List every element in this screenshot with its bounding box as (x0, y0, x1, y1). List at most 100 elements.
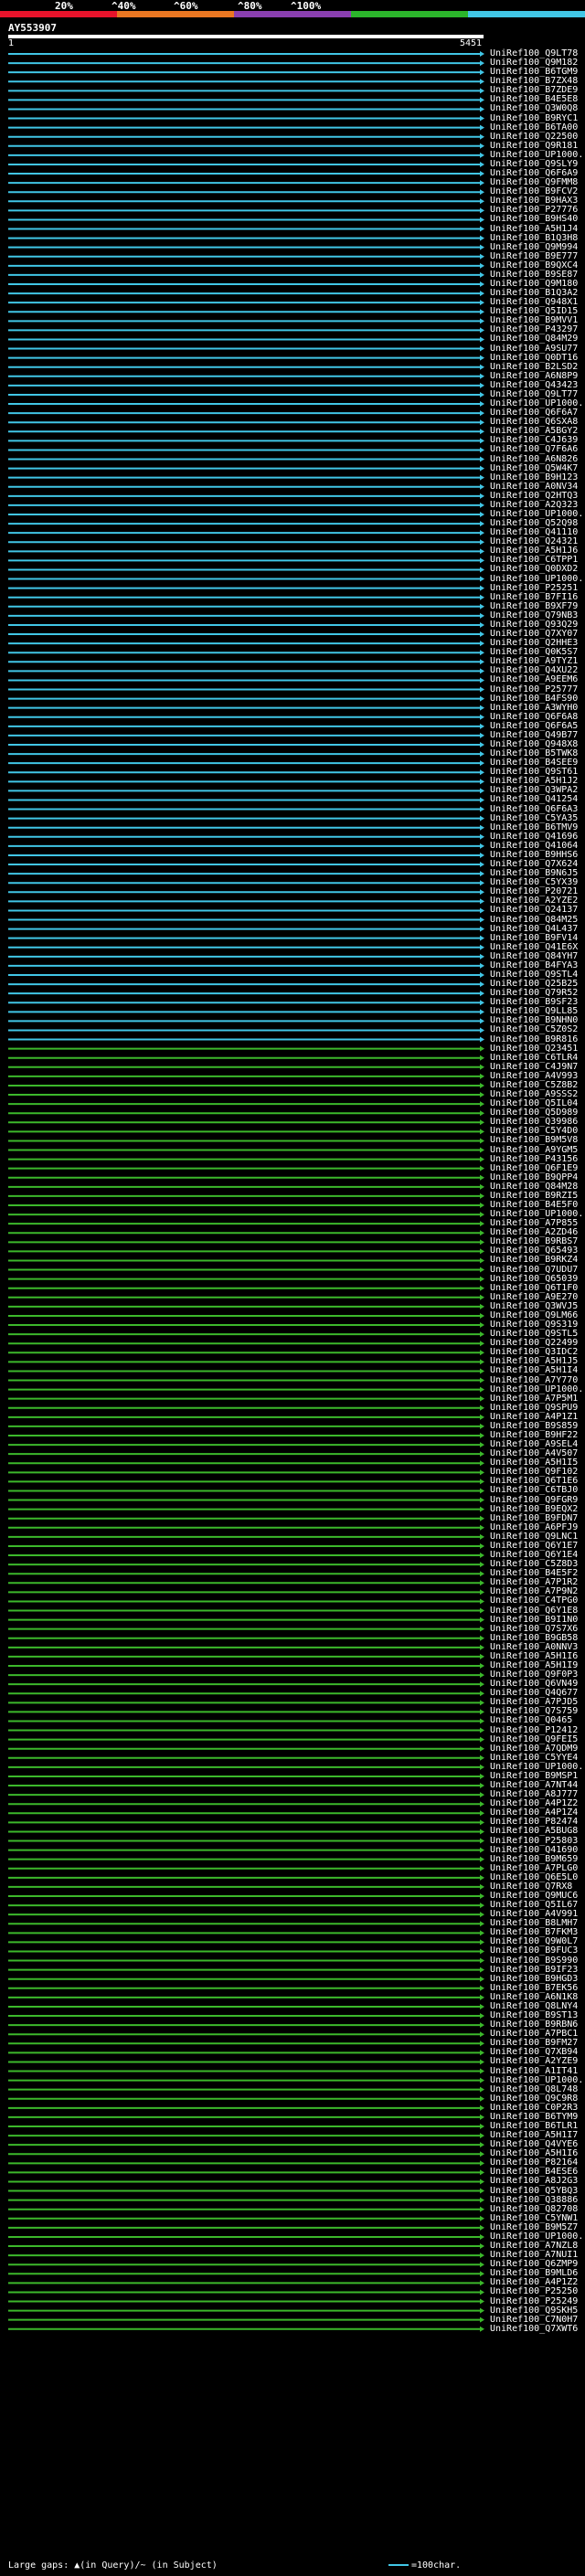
alignment-arrow (480, 2031, 484, 2038)
alignment-arrow (480, 1829, 484, 1835)
hit-label[interactable]: UniRef100_B9HS40 (490, 215, 578, 224)
alignment-arrow (480, 1312, 484, 1319)
alignment-arrow (480, 972, 484, 978)
alignment-arrow (480, 207, 484, 214)
hit-label[interactable]: UniRef100_C5Z0S2 (490, 1025, 578, 1034)
hit-label[interactable]: UniRef100_Q24137 (490, 906, 578, 915)
alignment-arrow (480, 1985, 484, 1991)
hit-label[interactable]: UniRef100_C6TBJ0 (490, 1486, 578, 1495)
alignment-arrow (480, 2169, 484, 2176)
alignment-arrow (480, 1903, 484, 1909)
alignment-arrow (480, 769, 484, 776)
alignment-arrow (480, 576, 484, 582)
alignment-arrow (480, 456, 484, 462)
hit-label[interactable]: UniRef100_P25250 (490, 2287, 578, 2296)
alignment-arrow (480, 1036, 484, 1043)
alignment-arrow (480, 944, 484, 950)
alignment-arrow (480, 336, 484, 343)
alignment-arrow (480, 1801, 484, 1807)
alignment-arrow (480, 1764, 484, 1770)
alignment-arrow (480, 1221, 484, 1227)
alignment-arrow (480, 1542, 484, 1549)
alignment-arrow (480, 2104, 484, 2111)
alignment-arrow (480, 429, 484, 435)
alignment-arrow (480, 621, 484, 628)
alignment-arrow (480, 1350, 484, 1356)
alignment-arrow (480, 2233, 484, 2240)
alignment-arrow (480, 1303, 484, 1309)
alignment-arrow (480, 1691, 484, 1697)
alignment-arrow (480, 935, 484, 941)
alignment-arrow (480, 2326, 484, 2332)
alignment-arrow (480, 898, 484, 905)
hit-label[interactable]: UniRef100_B9M5V8 (490, 1136, 578, 1145)
alignment-arrow (480, 1341, 484, 1347)
hit-label[interactable]: UniRef100_Q84M29 (490, 334, 578, 344)
alignment-arrow (480, 1101, 484, 1108)
hit-label[interactable]: UniRef100_A8J2G3 (490, 2177, 578, 2186)
hit-label[interactable]: UniRef100_C4TPG0 (490, 1596, 578, 1606)
alignment-arrow (480, 373, 484, 379)
alignment-arrow (480, 1957, 484, 1964)
hit-label[interactable]: UniRef100_Q0465 (490, 1716, 572, 1725)
hit-label[interactable]: UniRef100_Q41254 (490, 795, 578, 804)
alignment-arrow (480, 1285, 484, 1291)
alignment-arrow (480, 79, 484, 85)
alignment-arrow (480, 355, 484, 361)
alignment-arrow (480, 1930, 484, 1936)
alignment-arrow (480, 677, 484, 684)
alignment-arrow (480, 1064, 484, 1070)
alignment-arrow (480, 1082, 484, 1088)
alignment-arrow (480, 483, 484, 490)
alignment-arrow (480, 1745, 484, 1752)
alignment-arrow (480, 1865, 484, 1871)
alignment-arrow (480, 1027, 484, 1034)
alignment-arrow (480, 1267, 484, 1273)
alignment-arrow (480, 686, 484, 693)
alignment-arrow (480, 438, 484, 444)
alignment-arrow (480, 401, 484, 408)
hit-label[interactable]: UniRef100_Q0DXD2 (490, 565, 578, 574)
alignment-arrow (480, 382, 484, 388)
hit-label[interactable]: UniRef100_A5BUG8 (490, 1827, 578, 1836)
alignment-arrow (480, 1893, 484, 1899)
alignment-arrow (480, 161, 484, 167)
alignment-arrow (480, 1994, 484, 2000)
alignment-arrow (480, 1553, 484, 1559)
alignment-arrow (480, 2151, 484, 2157)
legend-text: =100char. (411, 2560, 462, 2571)
alignment-arrow (480, 198, 484, 205)
alignment-arrow (480, 1138, 484, 1144)
hit-label[interactable]: UniRef100_B9FUC3 (490, 1946, 578, 1956)
alignment-arrow (480, 1506, 484, 1512)
alignment-arrow (480, 60, 484, 67)
alignment-arrow (480, 1193, 484, 1199)
alignment-arrow (480, 1479, 484, 1485)
alignment-arrow (480, 474, 484, 481)
alignment-arrow (480, 281, 484, 287)
hit-label[interactable]: UniRef100_Q7F6A6 (490, 445, 578, 454)
alignment-arrow (480, 2077, 484, 2083)
alignment-arrow (480, 493, 484, 499)
hit-label[interactable]: UniRef100_A5H1I4 (490, 1366, 578, 1375)
hit-label[interactable]: UniRef100_Q7XWT6 (490, 2324, 578, 2334)
alignment-arrow (480, 1700, 484, 1706)
alignment-arrow (480, 217, 484, 223)
alignment-arrow (480, 1856, 484, 1862)
alignment-arrow (480, 917, 484, 923)
hit-label[interactable]: UniRef100_Q3W0Q8 (490, 104, 578, 113)
hit-label[interactable]: UniRef100_A9EEM6 (490, 675, 578, 684)
hit-label[interactable]: UniRef100_B9RKZ4 (490, 1256, 578, 1265)
alignment-arrow (480, 1469, 484, 1476)
alignment-arrow (480, 1754, 484, 1761)
alignment-arrow (480, 2307, 484, 2314)
alignment-arrow (480, 1129, 484, 1135)
alignment-arrow (480, 309, 484, 315)
alignment-arrow (480, 1110, 484, 1117)
hit-label[interactable]: UniRef100_A2YZE9 (490, 2057, 578, 2066)
alignment-arrow (480, 2262, 484, 2268)
alignment-arrow (480, 2022, 484, 2029)
alignment-arrow (480, 2289, 484, 2295)
alignment-arrow (480, 2206, 484, 2212)
alignment-arrow (480, 779, 484, 785)
